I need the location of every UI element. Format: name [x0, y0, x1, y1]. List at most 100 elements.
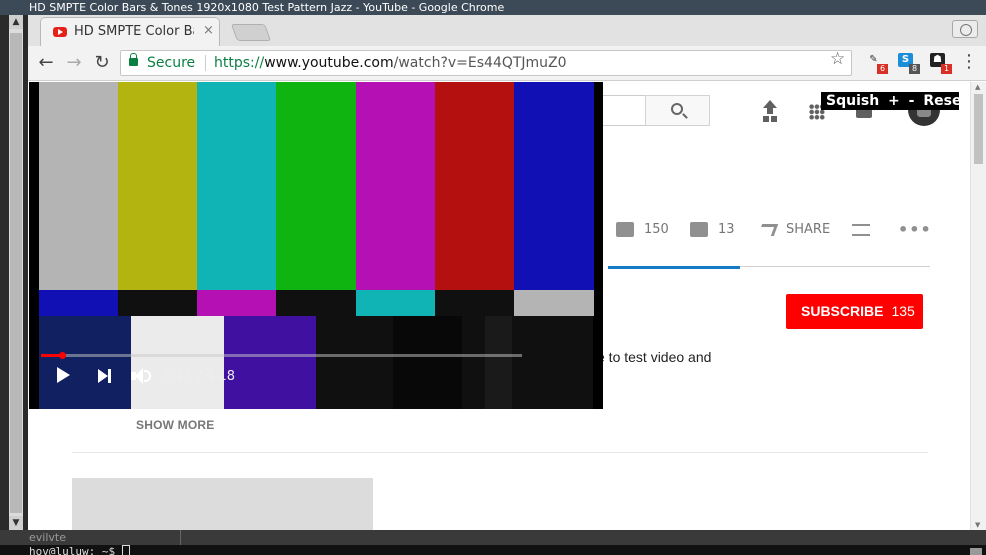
wrench-extension-icon[interactable]: ✎ 6 — [864, 52, 888, 74]
show-more-button[interactable]: SHOW MORE — [136, 418, 214, 432]
like-count: 150 — [644, 222, 669, 237]
progress-scrubber[interactable] — [58, 352, 66, 359]
squish-reset-button[interactable]: Reset — [923, 93, 968, 109]
window-title: HD SMPTE Color Bars & Tones 1920x1080 Te… — [0, 0, 986, 15]
youtube-page: Squish + - Reset 150 13 SHARE ••• SUBSCR… — [28, 82, 970, 530]
color-bars-video — [39, 82, 594, 409]
squish-overlay: Squish + - Reset — [821, 92, 968, 110]
related-video-thumbnail[interactable] — [72, 478, 373, 530]
more-actions-button[interactable]: ••• — [898, 221, 932, 241]
terminal-prompt-line[interactable]: hov@luluw: ~$ — [0, 545, 986, 555]
color-bar — [276, 290, 357, 316]
squish-label[interactable]: Squish — [826, 93, 879, 109]
add-to-playlist-icon — [852, 223, 870, 236]
color-bar — [434, 290, 515, 316]
address-bar[interactable]: Secure https://www.youtube.com/watch?v=E… — [120, 50, 852, 76]
color-bar — [131, 316, 224, 409]
color-bar — [513, 82, 594, 290]
subscribe-button[interactable]: SUBSCRIBE 135 — [786, 294, 923, 329]
search-icon — [671, 103, 683, 115]
play-icon[interactable] — [57, 367, 70, 383]
share-button[interactable]: SHARE — [757, 221, 830, 241]
color-bar — [197, 290, 278, 316]
profile-icon[interactable] — [952, 20, 978, 38]
color-bar — [513, 290, 594, 316]
url-scheme: https:// — [214, 55, 265, 71]
scroll-down-icon[interactable]: ▼ — [975, 521, 980, 529]
url-path: /watch?v=Es44QTJmuZ0 — [393, 55, 567, 71]
color-bar — [434, 82, 515, 290]
color-bar — [224, 316, 316, 409]
new-tab-button[interactable] — [230, 24, 272, 41]
bookmark-star-icon[interactable]: ☆ — [830, 49, 845, 69]
tab-youtube[interactable]: HD SMPTE Color Bar × — [40, 17, 220, 46]
add-to-playlist-button[interactable] — [852, 221, 870, 241]
color-bar — [393, 316, 462, 409]
secure-label: Secure — [147, 55, 196, 71]
url-host: www.youtube.com — [264, 55, 394, 71]
ghostery-extension-icon[interactable]: ☗ 1 — [928, 52, 952, 74]
chrome-menu-icon[interactable]: ⋮ — [960, 52, 978, 72]
color-bar — [39, 290, 119, 316]
color-bar — [538, 316, 593, 409]
url-text[interactable]: https://www.youtube.com/watch?v=Es44QTJm… — [214, 51, 567, 75]
divider — [72, 452, 928, 453]
back-arrow-icon[interactable]: ← — [36, 53, 56, 73]
terminal-prompt: hov@luluw: ~$ — [29, 545, 122, 555]
dislike-button[interactable]: 13 — [690, 221, 735, 241]
more-icon: ••• — [898, 220, 932, 239]
tab-title: HD SMPTE Color Bar — [74, 24, 194, 39]
extension-badge: 1 — [941, 64, 952, 74]
subscribe-label: SUBSCRIBE — [801, 303, 884, 319]
page-scrollbar-thumb[interactable] — [974, 94, 983, 164]
color-bar — [276, 82, 357, 290]
color-bar — [316, 316, 393, 409]
lock-icon — [129, 53, 138, 66]
volume-icon[interactable] — [131, 368, 151, 384]
video-time: 0:11 / 4:18 — [164, 369, 236, 384]
terminal-tab-label: evilvte — [29, 531, 66, 544]
color-bar — [118, 82, 199, 290]
squish-plus-button[interactable]: + — [888, 93, 900, 109]
terminal-left-strip: ▲ ▼ — [0, 15, 28, 530]
omnibox-separator — [205, 55, 206, 71]
color-bar — [462, 316, 485, 409]
tab-strip: HD SMPTE Color Bar × — [28, 15, 986, 46]
color-bar — [39, 82, 119, 290]
progress-bar[interactable] — [41, 352, 522, 359]
terminal-scrollbar-thumb[interactable] — [10, 33, 22, 513]
color-bar — [512, 316, 538, 409]
sentiment-bar-likes — [608, 266, 740, 269]
chrome-window: HD SMPTE Color Bar × ← → ↻ Secure https:… — [28, 15, 986, 530]
next-video-icon[interactable] — [98, 369, 112, 383]
color-bar — [355, 82, 436, 290]
color-bar — [39, 316, 131, 409]
color-bar — [485, 316, 512, 409]
upload-icon[interactable] — [761, 100, 779, 120]
scroll-up-arrow-icon[interactable]: ▲ — [9, 15, 23, 29]
skype-extension-icon[interactable]: S 8 — [896, 52, 920, 74]
reload-icon[interactable]: ↻ — [92, 53, 112, 73]
scroll-up-icon[interactable]: ▲ — [975, 83, 980, 91]
tab-close-icon[interactable]: × — [203, 23, 214, 38]
sentiment-bar-dislikes — [740, 266, 930, 267]
extension-badge: 6 — [877, 64, 888, 74]
terminal-scrollbar-thumb-bottom[interactable] — [970, 548, 982, 555]
share-icon — [757, 223, 779, 236]
search-button[interactable] — [645, 95, 710, 126]
forward-arrow-icon[interactable]: → — [64, 53, 84, 73]
color-bar — [197, 82, 278, 290]
squish-minus-button[interactable]: - — [909, 93, 915, 109]
like-button[interactable]: 150 — [616, 221, 669, 241]
thumbs-up-icon — [616, 222, 634, 237]
extension-badge: 8 — [909, 64, 920, 74]
toolbar: ← → ↻ Secure https://www.youtube.com/wat… — [28, 46, 986, 81]
page-scrollbar[interactable]: ▲ ▼ — [970, 82, 986, 530]
video-actions: 150 13 SHARE ••• — [608, 215, 931, 245]
scroll-down-arrow-icon[interactable]: ▼ — [9, 516, 23, 530]
youtube-favicon-icon — [53, 27, 67, 37]
dislike-count: 13 — [718, 222, 735, 237]
description-text: e to test video and — [597, 349, 712, 365]
terminal-tab[interactable]: evilvte — [0, 530, 986, 545]
video-player[interactable]: 0:11 / 4:18 — [29, 82, 603, 409]
